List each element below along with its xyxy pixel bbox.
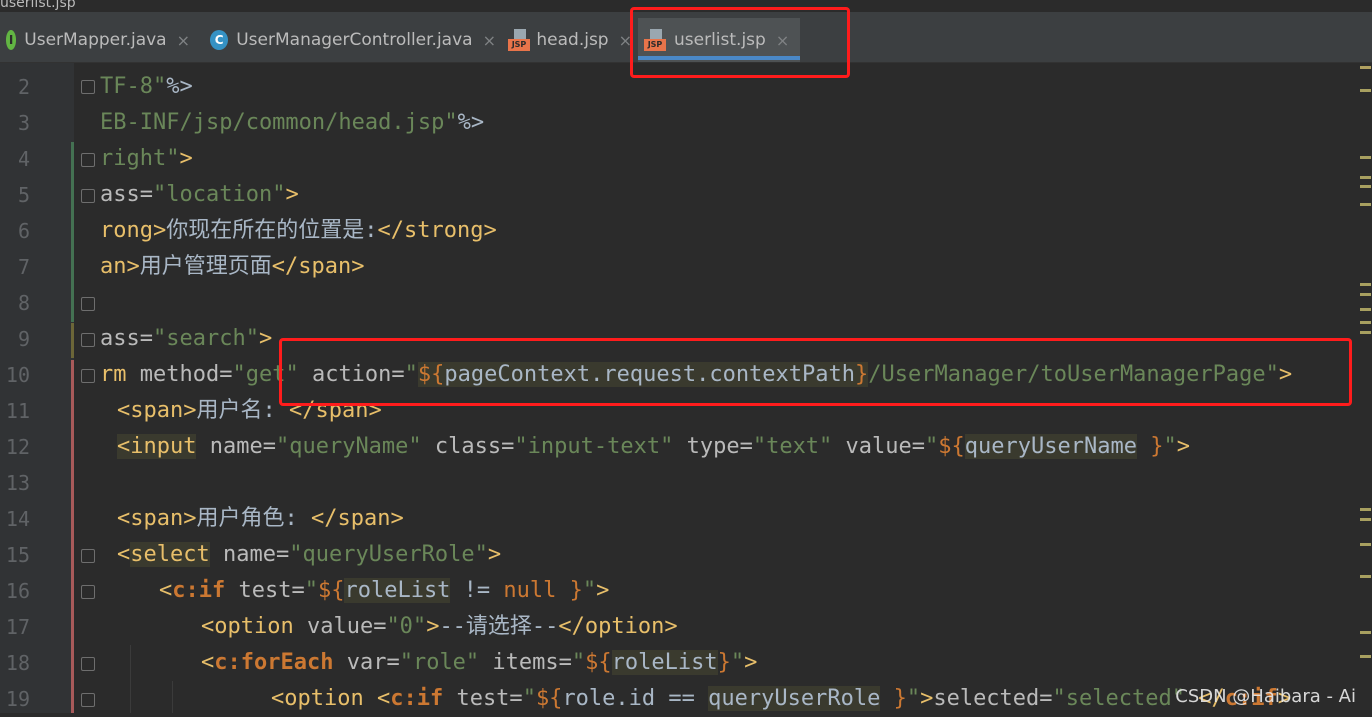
- interface-icon: I: [6, 30, 17, 50]
- line-number: 8: [17, 291, 30, 315]
- fold-marker-icon[interactable]: [81, 369, 95, 383]
- scroll-marker: [1360, 508, 1371, 511]
- tab-head-jsp[interactable]: JSP head.jsp ×: [502, 18, 632, 62]
- scroll-marker: [1360, 331, 1371, 334]
- class-icon: C: [210, 30, 229, 50]
- tab-label: UserMapper.java: [24, 30, 167, 50]
- code-line-16: <c:if test="${roleList != null }">: [159, 578, 610, 603]
- indent-guide: [130, 645, 131, 713]
- code-line-18: <c:forEach var="role" items="${roleList}…: [201, 650, 758, 675]
- code-line-17: <option value="0">--请选择--</option>: [201, 614, 678, 639]
- editor-scrollbar[interactable]: [1358, 63, 1372, 713]
- line-number: 17: [5, 615, 30, 639]
- scroll-marker: [1360, 66, 1371, 69]
- code-line-14: <span>用户角色: </span>: [117, 506, 404, 531]
- tab-usermanagercontroller[interactable]: C UserManagerController.java ×: [204, 18, 496, 62]
- scroll-marker: [1360, 176, 1371, 179]
- fold-marker-icon[interactable]: [81, 153, 95, 167]
- code-line-5: ass="location">: [100, 182, 299, 207]
- scroll-marker: [1360, 631, 1371, 634]
- scroll-marker: [1360, 575, 1371, 578]
- fold-marker-icon[interactable]: [81, 585, 95, 599]
- scroll-marker: [1360, 185, 1371, 188]
- line-number: 11: [5, 399, 30, 423]
- line-number: 13: [5, 471, 30, 495]
- scroll-marker: [1360, 156, 1371, 159]
- code-line-15: <select name="queryUserRole">: [117, 542, 502, 567]
- line-number: 16: [5, 579, 30, 603]
- indent-guide: [172, 681, 173, 713]
- line-number: 12: [5, 435, 30, 459]
- line-number: 7: [17, 255, 30, 279]
- scroll-marker: [1360, 203, 1371, 206]
- line-number: 18: [5, 651, 30, 675]
- line-number-gutter[interactable]: 2 3 4 5 6 7 8 9 10 11 12 13 14 15 16 17 …: [0, 63, 74, 713]
- scroll-marker: [1360, 655, 1371, 658]
- tab-usermapper[interactable]: I UserMapper.java ×: [0, 18, 190, 62]
- watermark: CSDN @Haibara - Ai: [1175, 686, 1356, 707]
- code-line-2: TF-8"%>: [100, 74, 193, 99]
- scroll-marker: [1360, 89, 1371, 92]
- tab-label: UserManagerController.java: [236, 30, 473, 50]
- scroll-marker: [1360, 293, 1371, 296]
- window-title: userlist.jsp: [0, 0, 76, 11]
- code-line-12: <input name="queryName" class="input-tex…: [117, 434, 1190, 459]
- line-number: 4: [17, 147, 30, 171]
- line-number: 10: [5, 363, 30, 387]
- tab-label: head.jsp: [536, 30, 609, 50]
- fold-marker-icon[interactable]: [81, 80, 95, 94]
- fold-marker-icon[interactable]: [81, 693, 95, 707]
- fold-marker-icon[interactable]: [81, 297, 95, 311]
- scroll-marker: [1360, 308, 1371, 311]
- code-line-7: an>用户管理页面</span>: [100, 254, 365, 279]
- scroll-marker: [1360, 543, 1371, 546]
- code-line-6: rong>你现在所在的位置是:</strong>: [100, 218, 497, 243]
- line-number: 2: [17, 75, 30, 99]
- line-number: 9: [17, 327, 30, 351]
- close-icon[interactable]: ×: [177, 31, 190, 50]
- code-line-9: ass="search">: [100, 326, 273, 351]
- fold-marker-icon[interactable]: [81, 549, 95, 563]
- fold-marker-icon[interactable]: [81, 657, 95, 671]
- line-number: 5: [17, 183, 30, 207]
- highlight-box-active-tab: [630, 7, 850, 78]
- line-number: 6: [17, 219, 30, 243]
- highlight-box-form-action: [279, 338, 1352, 406]
- line-number: 3: [17, 111, 30, 135]
- code-line-3: EB-INF/jsp/common/head.jsp"%>: [100, 110, 485, 135]
- line-number: 15: [5, 543, 30, 567]
- code-line-4: right">: [100, 146, 193, 171]
- scroll-marker: [1360, 518, 1371, 521]
- code-line-19: <option <c:if test="${role.id == queryUs…: [271, 686, 1291, 711]
- jsp-file-icon: JSP: [508, 29, 530, 51]
- fold-marker-icon[interactable]: [81, 333, 95, 347]
- close-icon[interactable]: ×: [483, 31, 496, 50]
- line-number: 19: [5, 687, 30, 711]
- scroll-marker: [1360, 321, 1371, 324]
- fold-marker-icon[interactable]: [81, 189, 95, 203]
- scroll-marker: [1360, 283, 1371, 286]
- line-number: 14: [5, 507, 30, 531]
